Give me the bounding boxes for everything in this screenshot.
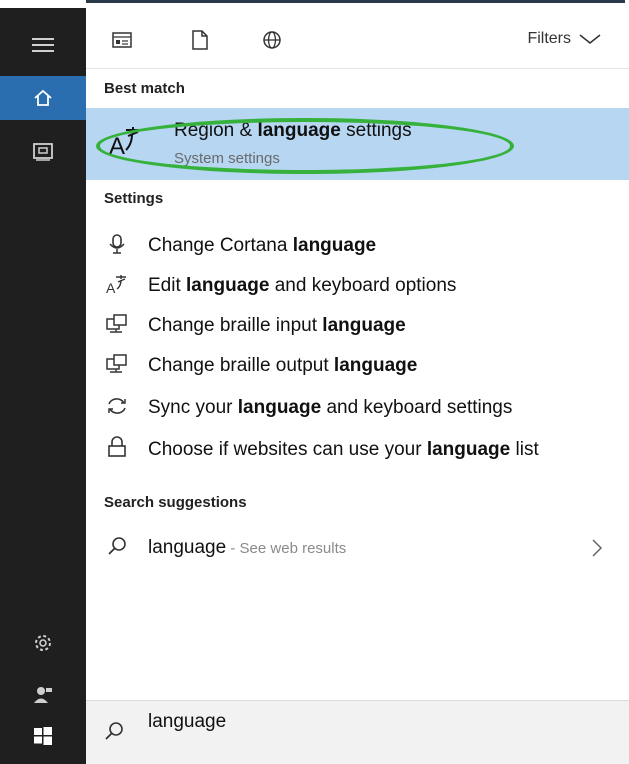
- apps-icon: [112, 32, 132, 48]
- settings-item-label: Change Cortana language: [148, 235, 377, 256]
- feedback-button[interactable]: [0, 680, 86, 710]
- sync-icon: [104, 393, 130, 419]
- document-icon: [192, 30, 208, 50]
- web-icon: [263, 31, 281, 49]
- filter-toolbar: Filters: [86, 8, 629, 69]
- top-edge: [0, 0, 86, 8]
- gear-icon: [35, 635, 51, 651]
- settings-item-label: Choose if websites can use your language…: [148, 439, 539, 460]
- suggestion-label: language - See web results: [148, 537, 347, 558]
- search-icon: [104, 533, 130, 559]
- language-icon: A: [104, 271, 130, 297]
- search-box[interactable]: language: [86, 700, 629, 764]
- settings-item-sync-language[interactable]: Sync your language and keyboard settings: [86, 386, 629, 426]
- best-match-heading: Best match: [104, 80, 185, 97]
- left-rail: [0, 0, 86, 764]
- notebook-button[interactable]: [0, 130, 86, 174]
- search-icon: [105, 722, 123, 740]
- windows-logo-icon: [34, 727, 52, 745]
- hamburger-menu-button[interactable]: [0, 30, 86, 60]
- filters-dropdown[interactable]: Filters: [527, 30, 601, 48]
- hamburger-icon: [32, 38, 54, 52]
- settings-item-cortana-language[interactable]: Change Cortana language: [86, 224, 629, 264]
- search-results-panel: Filters Best match A Region & language s…: [86, 8, 629, 700]
- home-icon: [34, 89, 52, 106]
- chevron-down-icon: [579, 34, 601, 44]
- filters-label: Filters: [527, 30, 571, 47]
- braille-icon: [104, 311, 130, 337]
- svg-text:A: A: [106, 280, 116, 295]
- settings-item-braille-output[interactable]: Change braille output language: [86, 344, 629, 384]
- documents-filter-button[interactable]: [186, 26, 214, 54]
- settings-item-label: Change braille output language: [148, 355, 418, 376]
- settings-button[interactable]: [0, 628, 86, 658]
- settings-item-braille-input[interactable]: Change braille input language: [86, 304, 629, 344]
- annotation-ellipse: [96, 118, 514, 174]
- panel-top-border: [86, 0, 625, 8]
- search-suggestions-heading: Search suggestions: [104, 494, 247, 511]
- settings-heading: Settings: [104, 190, 164, 207]
- web-filter-button[interactable]: [258, 26, 286, 54]
- apps-filter-button[interactable]: [108, 26, 136, 54]
- lock-icon: [104, 434, 130, 460]
- settings-item-label: Change braille input language: [148, 315, 406, 336]
- settings-item-label: Edit language and keyboard options: [148, 275, 457, 296]
- settings-item-label: Sync your language and keyboard settings: [148, 397, 513, 418]
- braille-icon: [104, 351, 130, 377]
- start-button[interactable]: [0, 718, 86, 754]
- microphone-icon: [104, 231, 130, 257]
- web-suggestion-item[interactable]: language - See web results: [86, 526, 629, 566]
- settings-item-website-language[interactable]: Choose if websites can use your language…: [86, 428, 629, 484]
- search-input[interactable]: language: [148, 711, 226, 733]
- notebook-icon: [33, 143, 53, 161]
- chevron-right-icon: [592, 539, 603, 557]
- feedback-icon: [34, 687, 52, 703]
- settings-item-edit-language[interactable]: A Edit language and keyboard options: [86, 264, 629, 304]
- home-button[interactable]: [0, 76, 86, 120]
